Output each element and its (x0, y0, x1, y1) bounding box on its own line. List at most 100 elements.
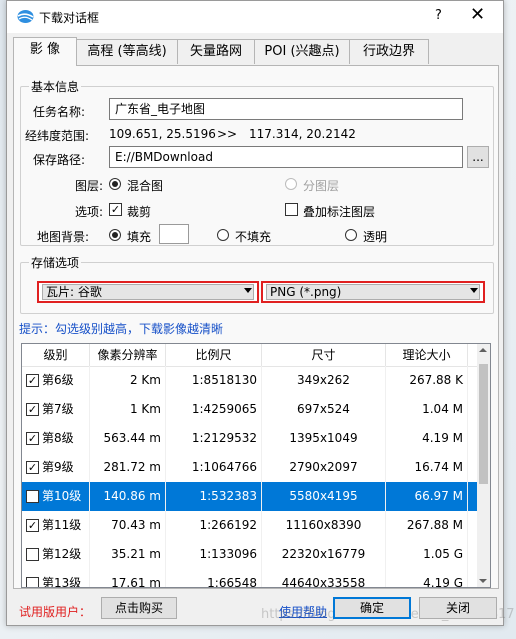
level-checkbox[interactable] (26, 577, 39, 587)
bg-fill-radio[interactable] (109, 229, 121, 241)
ok-button[interactable]: 确定 (333, 597, 411, 619)
tab-poi[interactable]: POI (兴趣点) (254, 39, 350, 64)
cell-level: 第10级 (42, 482, 90, 511)
save-path-input[interactable]: E://BMDownload (109, 146, 463, 168)
buy-button[interactable]: 点击购买 (101, 597, 177, 619)
table-row[interactable]: 第12级 35.21 m 1:133096 22320x16779 1.05 G (22, 540, 478, 569)
help-button[interactable]: ? (435, 8, 442, 23)
cell-level: 第9级 (42, 453, 90, 482)
cell-theory: 267.88 K (386, 366, 468, 395)
map-background-label: 地图背景: (37, 230, 90, 244)
range-from: 109.651, 25.5196 (109, 127, 216, 141)
cell-res: 2 Km (90, 366, 166, 395)
cell-size: 44640x33558 (262, 569, 386, 587)
level-checkbox[interactable]: ✓ (26, 519, 39, 532)
col-resolution[interactable]: 像素分辨率 (90, 344, 166, 366)
cell-scale: 1:66548 (166, 569, 262, 587)
table-row[interactable]: ✓ 第11级 70.43 m 1:266192 11160x8390 267.88 M (22, 511, 478, 540)
hint-text: 提示：勾选级别越高，下载影像越清晰 (19, 322, 224, 336)
range-label: 经纬度范围: (25, 129, 90, 143)
table-row[interactable]: ✓ 第8级 563.44 m 1:2129532 1395x1049 4.19 M (22, 424, 478, 453)
cell-scale: 1:266192 (166, 511, 262, 540)
tab-elevation[interactable]: 高程 (等高线) (76, 39, 178, 64)
cell-scale: 1:2129532 (166, 424, 262, 453)
close-icon[interactable]: ✕ (470, 4, 485, 25)
col-scale[interactable]: 比例尺 (166, 344, 262, 366)
cell-res: 1 Km (90, 395, 166, 424)
fill-color-swatch[interactable] (159, 224, 189, 244)
cell-level: 第13级 (42, 569, 90, 587)
scroll-thumb[interactable] (479, 364, 488, 484)
cell-theory: 66.97 M (386, 482, 468, 511)
cell-res: 17.61 m (90, 569, 166, 587)
cell-theory: 16.74 M (386, 453, 468, 482)
image-format-value: PNG (*.png) (266, 284, 480, 300)
storage-legend: 存储选项 (29, 254, 82, 271)
scroll-down-icon[interactable] (479, 579, 487, 583)
overlay-annotation-label: 叠加标注图层 (303, 205, 376, 219)
image-format-select[interactable]: PNG (*.png) (261, 281, 485, 303)
table-row[interactable]: ✓ 第6级 2 Km 1:8518130 349x262 267.88 K (22, 366, 478, 395)
chevron-down-icon (244, 288, 252, 293)
trial-user-label: 试用版用户： (19, 605, 92, 619)
col-level[interactable]: 级别 (22, 344, 90, 366)
task-name-input[interactable]: 广东省_电子地图 (109, 98, 463, 120)
range-separator: >> (217, 127, 238, 141)
level-checkbox[interactable]: ✓ (26, 490, 39, 503)
overlay-annotation-checkbox[interactable] (285, 203, 298, 216)
cell-res: 281.72 m (90, 453, 166, 482)
browse-button[interactable]: ... (467, 146, 489, 168)
save-path-label: 保存路径: (33, 153, 86, 167)
table-row[interactable]: ✓ 第9级 281.72 m 1:1064766 2790x2097 16.74 M (22, 453, 478, 482)
bg-nofill-label: 不填充 (235, 230, 272, 244)
cell-size: 1395x1049 (262, 424, 386, 453)
chevron-down-icon (470, 288, 478, 293)
cell-scale: 1:4259065 (166, 395, 262, 424)
cell-size: 11160x8390 (262, 511, 386, 540)
level-checkbox[interactable]: ✓ (26, 432, 39, 445)
col-size[interactable]: 尺寸 (262, 344, 386, 366)
tab-admin-boundary[interactable]: 行政边界 (349, 39, 429, 64)
level-table: 级别 像素分辨率 比例尺 尺寸 理论大小 ✓ 第6级 2 Km 1:8518130 34… (21, 343, 491, 588)
bg-transparent-label: 透明 (363, 230, 388, 244)
tile-source-select[interactable]: 瓦片: 谷歌 (37, 281, 259, 303)
tab-imagery[interactable]: 影 像 (13, 37, 77, 66)
scroll-up-icon[interactable] (479, 348, 487, 352)
task-name-label: 任务名称: (33, 105, 86, 119)
layer-mixed-radio[interactable] (109, 178, 121, 190)
bg-nofill-radio[interactable] (217, 229, 229, 241)
options-label: 选项: (75, 205, 104, 219)
tab-road-network[interactable]: 矢量路网 (177, 39, 255, 64)
app-logo-icon (17, 10, 34, 23)
cell-res: 140.86 m (90, 482, 166, 511)
cell-scale: 1:133096 (166, 540, 262, 569)
table-scrollbar[interactable] (477, 344, 490, 587)
storage-group: 存储选项 瓦片: 谷歌 PNG (*.png) (20, 254, 494, 314)
level-checkbox[interactable]: ✓ (26, 374, 39, 387)
level-checkbox[interactable] (26, 548, 39, 561)
bg-transparent-radio[interactable] (345, 229, 357, 241)
cell-scale: 1:1064766 (166, 453, 262, 482)
cell-scale: 1:8518130 (166, 366, 262, 395)
clip-label: 裁剪 (127, 205, 152, 219)
tab-bar: 影 像 高程 (等高线) 矢量路网 POI (兴趣点) 行政边界 (13, 37, 499, 66)
layer-split-label: 分图层 (303, 179, 340, 193)
col-theory-size[interactable]: 理论大小 (386, 344, 468, 366)
dialog-title: 下载对话框 (39, 11, 100, 25)
level-checkbox[interactable]: ✓ (26, 461, 39, 474)
cell-level: 第7级 (42, 395, 90, 424)
cell-size: 2790x2097 (262, 453, 386, 482)
cell-size: 349x262 (262, 366, 386, 395)
clip-checkbox[interactable]: ✓ (109, 203, 122, 216)
cell-size: 22320x16779 (262, 540, 386, 569)
table-row[interactable]: 第13级 17.61 m 1:66548 44640x33558 4.19 G (22, 569, 478, 587)
basic-info-legend: 基本信息 (29, 78, 82, 95)
layer-split-radio[interactable] (285, 178, 297, 190)
table-row[interactable]: ✓ 第7级 1 Km 1:4259065 697x524 1.04 M (22, 395, 478, 424)
close-button[interactable]: 关闭 (419, 597, 497, 619)
table-row[interactable]: ✓ 第10级 140.86 m 1:532383 5580x4195 66.97 M (22, 482, 478, 511)
cell-level: 第8级 (42, 424, 90, 453)
tile-source-value: 瓦片: 谷歌 (42, 284, 254, 300)
download-dialog: 下载对话框 ? ✕ 影 像 高程 (等高线) 矢量路网 POI (兴趣点) 行政… (6, 0, 515, 626)
level-checkbox[interactable]: ✓ (26, 403, 39, 416)
